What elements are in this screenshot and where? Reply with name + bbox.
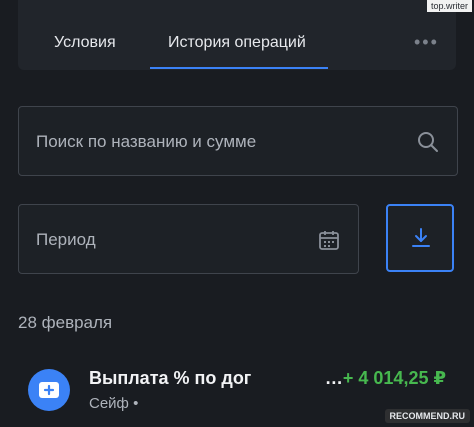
watermark-bottom: RECOMMEND.RU [384,409,470,423]
operation-amount-wrap: …+ 4 014,25 ₽ [325,368,446,389]
tab-history[interactable]: История операций [168,34,306,52]
tab-conditions[interactable]: Условия [54,34,116,52]
date-header: 28 февраля [18,313,113,332]
download-button[interactable] [386,204,454,272]
download-icon [412,228,430,247]
period-input[interactable]: Период [18,204,359,274]
safe-plus-icon [28,369,70,411]
more-horizontal-icon[interactable]: ••• [414,32,439,53]
operation-title: Выплата % по дог [89,368,252,388]
watermark-top: top.writer [426,0,472,12]
period-placeholder: Период [36,230,96,249]
tab-bar: Условия История операций ••• [18,0,456,70]
calendar-icon[interactable] [318,229,340,251]
amount-ellipsis: … [324,368,343,388]
search-input[interactable]: Поиск по названию и сумме [18,106,458,176]
search-icon[interactable] [417,131,439,153]
search-placeholder: Поиск по названию и сумме [36,132,257,151]
operation-subtitle: Сейф • [89,395,139,412]
active-tab-indicator [150,67,328,69]
operation-amount: + 4 014,25 ₽ [342,368,446,388]
